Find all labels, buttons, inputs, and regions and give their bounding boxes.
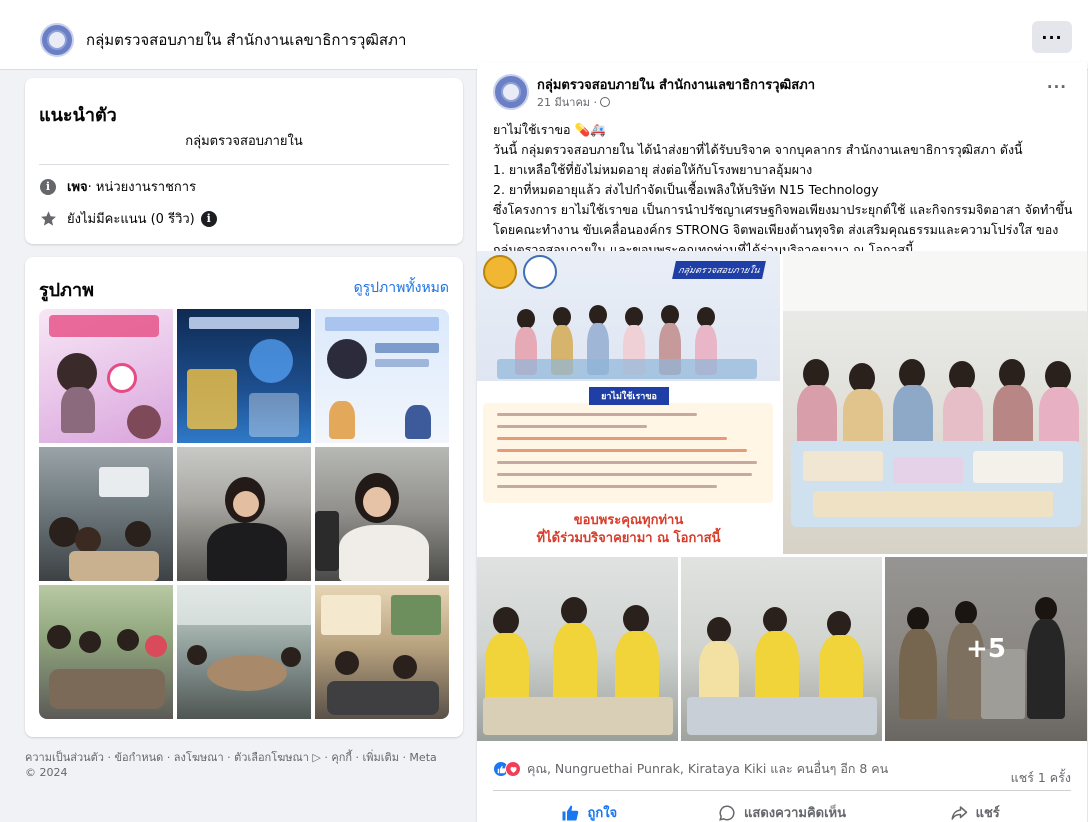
rating-info-icon[interactable]: i xyxy=(200,210,217,227)
thumbs-up-icon xyxy=(561,804,579,822)
poster-group-photo: กลุ่มตรวจสอบภายใน xyxy=(477,251,780,381)
post-photo[interactable] xyxy=(681,557,882,741)
page-category-row: i เพจ · หน่วยงานราชการ xyxy=(39,176,196,197)
post-author-name[interactable]: กลุ่มตรวจสอบภายใน สำนักงานเลขาธิการวุฒิส… xyxy=(537,74,815,95)
comment-icon xyxy=(718,804,736,822)
photo-thumbnail[interactable] xyxy=(315,585,449,719)
post-more-button[interactable]: ··· xyxy=(1047,78,1067,96)
photo-thumbnail[interactable] xyxy=(39,585,173,719)
photo-thumbnail[interactable] xyxy=(177,309,311,443)
reactions-summary[interactable]: คุณ, Nungruethai Punrak, Kirataya Kiki แ… xyxy=(493,759,888,779)
poster-text-line xyxy=(497,437,727,440)
love-reaction-icon xyxy=(505,761,521,777)
divider xyxy=(493,790,1071,791)
poster-text-line xyxy=(497,473,752,476)
poster-thanks-line: ที่ได้ร่วมบริจาคยามา ณ โอกาสนี้ xyxy=(536,531,721,546)
post-date-text[interactable]: 21 มีนาคม · xyxy=(537,93,597,111)
post-text-line: โดยคณะทำงาน ขับเคลื่อนองค์กร STRONG จิตพ… xyxy=(493,222,1059,237)
post-timestamp[interactable]: 21 มีนาคม · xyxy=(537,93,611,111)
poster-text-line xyxy=(497,485,717,488)
photo-thumbnail[interactable] xyxy=(315,309,449,443)
post-photo[interactable] xyxy=(783,251,1087,554)
photo-thumbnail[interactable] xyxy=(315,447,449,581)
share-button[interactable]: แชร์ xyxy=(878,802,1071,822)
post-media-grid: กลุ่มตรวจสอบภายใน ยาไม่ใช้เราขอ ขอบพระคุ… xyxy=(477,251,1087,741)
footer-links[interactable]: ความเป็นส่วนตัว · ข้อกำหนด · ลงโฆษณา · ต… xyxy=(25,750,445,780)
poster-text-line xyxy=(497,413,697,416)
poster-text-box xyxy=(483,403,773,503)
avatar-emblem xyxy=(501,82,521,102)
share-label: แชร์ xyxy=(975,806,1000,821)
strong-logo-icon xyxy=(483,255,517,289)
intro-bio: กลุ่มตรวจสอบภายใน xyxy=(185,134,303,149)
intro-card: แนะนำตัว กลุ่มตรวจสอบภายใน i เพจ · หน่วย… xyxy=(25,78,463,244)
post-text-line: 1. ยาเหลือใช้ที่ยังไม่หมดอายุ ส่งต่อให้ก… xyxy=(493,162,813,177)
star-icon xyxy=(39,210,57,228)
post-photo[interactable] xyxy=(477,557,678,741)
post-text-line: ยาไม่ใช้เราขอ 💊🚑 xyxy=(493,122,606,137)
post-poster-image[interactable]: กลุ่มตรวจสอบภายใน ยาไม่ใช้เราขอ ขอบพระคุ… xyxy=(477,251,780,554)
share-count[interactable]: แชร์ 1 ครั้ง xyxy=(1011,768,1071,788)
reactions-text[interactable]: คุณ, Nungruethai Punrak, Kirataya Kiki แ… xyxy=(527,759,888,779)
poster-headline: ยาไม่ใช้เราขอ xyxy=(589,387,669,405)
poster-tag: กลุ่มตรวจสอบภายใน xyxy=(672,261,766,279)
comment-button[interactable]: แสดงความคิดเห็น xyxy=(686,802,879,822)
photos-card: รูปภาพ ดูรูปภาพทั้งหมด xyxy=(25,257,463,737)
post-text: ยาไม่ใช้เราขอ 💊🚑 วันนี้ กลุ่มตรวจสอบภายใ… xyxy=(493,120,1083,260)
photo-thumbnail[interactable] xyxy=(177,447,311,581)
post-author-avatar[interactable] xyxy=(493,74,529,110)
photo-thumbnail[interactable] xyxy=(39,447,173,581)
like-label: ถูกใจ xyxy=(587,806,618,821)
like-button[interactable]: ถูกใจ xyxy=(493,802,686,822)
poster-text-line xyxy=(497,425,647,428)
poster-text-line xyxy=(497,461,757,464)
photo-thumbnail[interactable] xyxy=(39,309,173,443)
divider xyxy=(39,164,449,165)
post-text-line: วันนี้ กลุ่มตรวจสอบภายใน ได้นำส่งยาที่ได… xyxy=(493,142,1023,157)
rating-row: ยังไม่มีคะแนน (0 รีวิว) i xyxy=(39,208,217,229)
poster-text-line xyxy=(497,449,747,452)
intro-title: แนะนำตัว xyxy=(39,105,117,126)
post-photo[interactable]: +5 xyxy=(885,557,1087,741)
senate-seal-icon xyxy=(523,255,557,289)
post-card: กลุ่มตรวจสอบภายใน สำนักงานเลขาธิการวุฒิส… xyxy=(477,62,1087,822)
category-label: เพจ xyxy=(67,180,88,195)
post-actions-bar: ถูกใจ แสดงความคิดเห็น แชร์ xyxy=(493,802,1071,822)
comment-label: แสดงความคิดเห็น xyxy=(744,806,847,821)
info-icon: i xyxy=(39,178,57,196)
page-header: กลุ่มตรวจสอบภายใน สำนักงานเลขาธิการวุฒิส… xyxy=(0,0,1088,70)
more-photos-overlay[interactable]: +5 xyxy=(885,557,1087,741)
more-options-button[interactable]: ··· xyxy=(1032,21,1072,53)
page-avatar[interactable] xyxy=(40,23,74,57)
globe-icon xyxy=(600,97,611,107)
page-title[interactable]: กลุ่มตรวจสอบภายใน สำนักงานเลขาธิการวุฒิส… xyxy=(86,28,406,52)
photo-grid xyxy=(39,309,449,719)
post-text-line: 2. ยาที่หมดอายุแล้ว ส่งไปกำจัดเป็นเชื้อเ… xyxy=(493,182,879,197)
see-all-photos-link[interactable]: ดูรูปภาพทั้งหมด xyxy=(354,277,449,299)
rating-text: ยังไม่มีคะแนน (0 รีวิว) xyxy=(67,212,195,227)
category-value[interactable]: · หน่วยงานราชการ xyxy=(88,176,196,197)
post-text-line: ซึ่งโครงการ ยาไม่ใช้เราขอ เป็นการนำปรัชญ… xyxy=(493,202,1073,217)
share-icon xyxy=(950,804,968,822)
photo-thumbnail[interactable] xyxy=(177,585,311,719)
photos-title: รูปภาพ xyxy=(39,280,94,301)
avatar-emblem xyxy=(47,30,67,50)
